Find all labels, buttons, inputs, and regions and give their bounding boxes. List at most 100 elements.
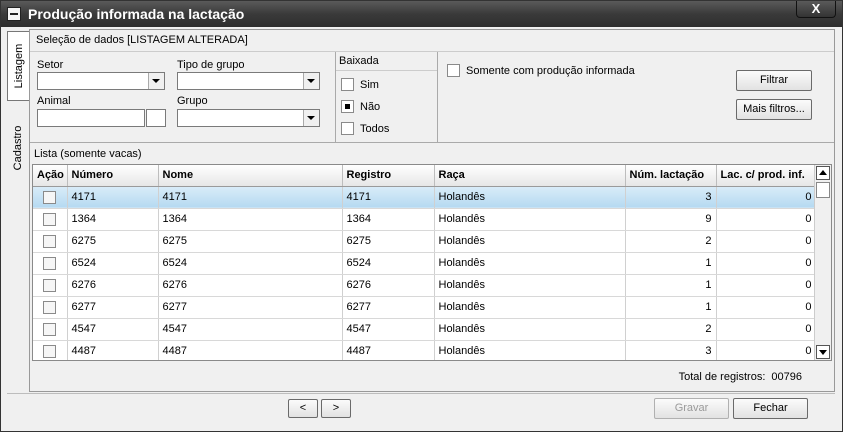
selecao-header: Seleção de dados [LISTAGEM ALTERADA]: [30, 30, 834, 52]
lista-label: Lista (somente vacas): [34, 148, 142, 160]
baixada-group: Baixada Sim Não Todos: [335, 52, 438, 142]
cell-nome: 6277: [158, 296, 343, 319]
vertical-tabs: Listagem Cadastro: [7, 31, 29, 396]
title-bar[interactable]: Produção informada na lactação X: [1, 1, 842, 27]
cell-registro: 4487: [342, 340, 435, 360]
row-checkbox[interactable]: [43, 234, 57, 248]
baixada-todos-checkbox[interactable]: [341, 122, 354, 135]
animals-table: Ação Número Nome Registro Raça Núm. lact…: [33, 165, 817, 360]
table-row[interactable]: 4547 4547 4547 Holandês 2 0: [33, 318, 817, 341]
scroll-thumb[interactable]: [816, 182, 830, 198]
cell-raca: Holandês: [434, 274, 626, 297]
filtrar-button[interactable]: Filtrar: [736, 70, 812, 91]
col-acao[interactable]: Ação: [33, 165, 68, 187]
cell-numero: 6524: [67, 252, 159, 275]
window-title: Produção informada na lactação: [28, 6, 245, 22]
vertical-scrollbar[interactable]: [814, 165, 831, 360]
col-num-lactacao[interactable]: Núm. lactação: [625, 165, 717, 187]
app-window: Produção informada na lactação X Listage…: [0, 0, 843, 432]
row-checkbox[interactable]: [43, 212, 57, 226]
animal-input[interactable]: [37, 109, 145, 127]
cell-raca: Holandês: [434, 208, 626, 231]
animal-lookup-button[interactable]: [146, 109, 166, 127]
table-row[interactable]: 6275 6275 6275 Holandês 2 0: [33, 230, 817, 253]
tab-cadastro[interactable]: Cadastro: [7, 103, 29, 193]
col-nome[interactable]: Nome: [158, 165, 343, 187]
cell-numero: 4547: [67, 318, 159, 341]
cell-nome: 1364: [158, 208, 343, 231]
somente-producao-label: Somente com produção informada: [466, 65, 635, 77]
animals-grid[interactable]: Ação Número Nome Registro Raça Núm. lact…: [32, 164, 832, 361]
mais-filtros-button[interactable]: Mais filtros...: [736, 99, 812, 120]
baixada-sim-label: Sim: [360, 79, 379, 91]
cell-nome: 4171: [158, 186, 343, 209]
row-checkbox[interactable]: [43, 278, 57, 292]
cell-lac-prod-inf: 0: [716, 252, 817, 275]
baixada-nao-label: Não: [360, 101, 381, 113]
cell-acao: [33, 186, 68, 209]
grupo-select[interactable]: [177, 109, 320, 127]
table-row[interactable]: 4487 4487 4487 Holandês 3 0: [33, 340, 817, 360]
row-checkbox[interactable]: [43, 256, 57, 270]
listagem-panel: Seleção de dados [LISTAGEM ALTERADA] Set…: [29, 29, 835, 392]
col-registro[interactable]: Registro: [342, 165, 435, 187]
cell-acao: [33, 340, 68, 360]
table-row[interactable]: 6277 6277 6277 Holandês 1 0: [33, 296, 817, 319]
scroll-down-icon[interactable]: [816, 345, 830, 359]
cell-registro: 4547: [342, 318, 435, 341]
tab-cadastro-label: Cadastro: [12, 125, 24, 171]
row-checkbox[interactable]: [43, 190, 57, 204]
setor-label: Setor: [37, 59, 64, 71]
cell-acao: [33, 230, 68, 253]
cell-raca: Holandês: [434, 340, 626, 360]
baixada-label: Baixada: [339, 55, 379, 67]
scroll-up-icon[interactable]: [816, 166, 830, 180]
cell-nome: 6276: [158, 274, 343, 297]
table-row[interactable]: 4171 4171 4171 Holandês 3 0: [33, 186, 817, 209]
grupo-label: Grupo: [177, 95, 208, 107]
cell-registro: 6276: [342, 274, 435, 297]
cell-nome: 4487: [158, 340, 343, 360]
cell-acao: [33, 274, 68, 297]
somente-producao-checkbox[interactable]: [447, 64, 460, 77]
baixada-nao-checkbox[interactable]: [341, 100, 354, 113]
cell-nome: 6275: [158, 230, 343, 253]
chevron-down-icon[interactable]: [148, 73, 164, 89]
col-lac-prod-inf[interactable]: Lac. c/ prod. inf.: [716, 165, 817, 187]
tipo-grupo-select[interactable]: [177, 72, 320, 90]
cell-nome: 6524: [158, 252, 343, 275]
prev-button[interactable]: <: [288, 399, 318, 418]
chevron-down-icon[interactable]: [303, 110, 319, 126]
baixada-sim-checkbox[interactable]: [341, 78, 354, 91]
row-checkbox[interactable]: [43, 322, 57, 336]
table-body: 4171 4171 4171 Holandês 3 0 1364 1364 1364 Holand…: [33, 186, 817, 360]
row-checkbox[interactable]: [43, 344, 57, 358]
table-row[interactable]: 6524 6524 6524 Holandês 1 0: [33, 252, 817, 275]
chevron-down-icon[interactable]: [303, 73, 319, 89]
tab-listagem[interactable]: Listagem: [7, 31, 29, 101]
fechar-button[interactable]: Fechar: [733, 398, 808, 419]
cell-nome: 4547: [158, 318, 343, 341]
total-label: Total de registros:: [678, 371, 766, 383]
cell-numero: 6276: [67, 274, 159, 297]
close-button[interactable]: X: [796, 1, 836, 18]
cell-lac-prod-inf: 0: [716, 296, 817, 319]
row-checkbox[interactable]: [43, 300, 57, 314]
cell-num-lactacao: 3: [625, 340, 717, 360]
cell-raca: Holandês: [434, 296, 626, 319]
col-raca[interactable]: Raça: [434, 165, 626, 187]
tab-listagem-label: Listagem: [12, 43, 25, 89]
tipo-grupo-label: Tipo de grupo: [177, 59, 245, 71]
animal-label: Animal: [37, 95, 71, 107]
baixada-todos-label: Todos: [360, 123, 390, 135]
gravar-button[interactable]: Gravar: [654, 398, 729, 419]
col-numero[interactable]: Número: [67, 165, 159, 187]
table-row[interactable]: 6276 6276 6276 Holandês 1 0: [33, 274, 817, 297]
setor-select[interactable]: [37, 72, 165, 90]
divider: [30, 142, 834, 143]
next-button[interactable]: >: [321, 399, 351, 418]
cell-numero: 6277: [67, 296, 159, 319]
system-menu-icon[interactable]: [7, 7, 21, 21]
table-row[interactable]: 1364 1364 1364 Holandês 9 0: [33, 208, 817, 231]
cell-acao: [33, 208, 68, 231]
